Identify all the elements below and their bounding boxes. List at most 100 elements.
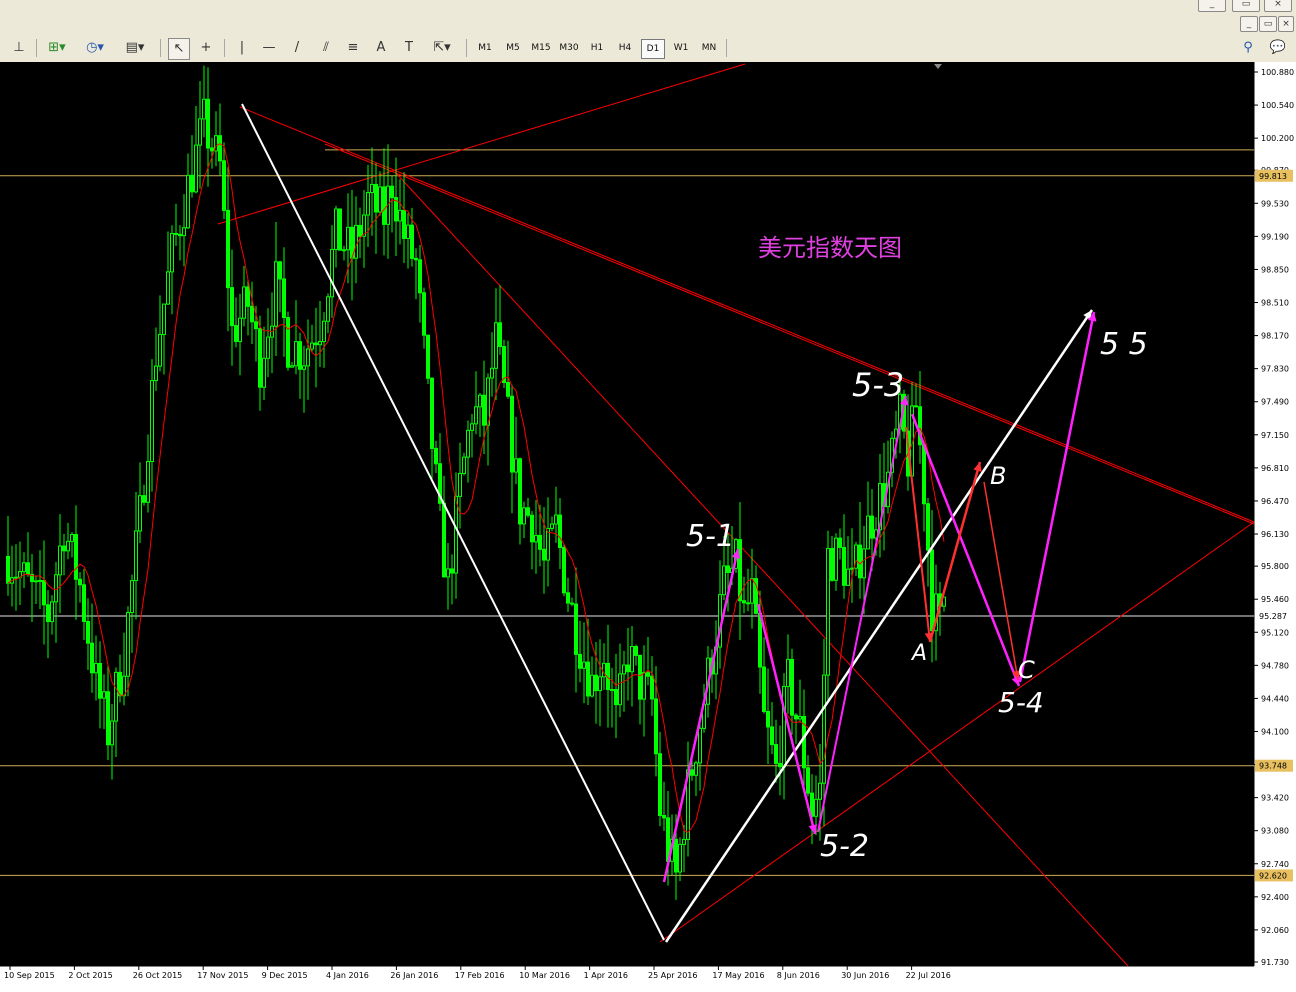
timeframe-m15[interactable]: M15 — [529, 39, 553, 57]
date-tick-label: 2 Oct 2015 — [68, 971, 112, 980]
clock-icon[interactable]: ◷▾ — [80, 38, 110, 58]
candle-body — [306, 348, 310, 367]
price-chart[interactable]: 5-1 5-2 5-3 5-4 5 5 A B C 美元指数天图 100.880 100.540… — [0, 62, 1296, 992]
candle-body — [770, 726, 774, 746]
timeframe-d1[interactable]: D1 — [641, 39, 665, 59]
candle-body — [658, 753, 662, 817]
candle-body — [586, 661, 590, 697]
candle-body — [326, 296, 330, 322]
candle-body — [530, 514, 534, 543]
candle-body — [414, 257, 418, 261]
timeframe-mn[interactable]: MN — [697, 39, 721, 57]
wave-label-5-2: 5-2 — [820, 829, 869, 864]
candle-body — [594, 674, 598, 692]
candle-body — [274, 261, 278, 327]
candle-body — [230, 287, 234, 327]
candle-body — [46, 604, 50, 623]
candle-body — [134, 530, 138, 582]
candle-body — [502, 346, 506, 384]
price-tick-label: 97.490 — [1261, 398, 1289, 407]
candle-body — [722, 565, 726, 596]
wave-label-5-3: 5-3 — [852, 366, 904, 404]
timeframe-h4[interactable]: H4 — [613, 39, 637, 57]
chart-restore-icon[interactable]: ▭ — [1259, 16, 1277, 32]
candle-body — [246, 286, 250, 307]
candle-body — [62, 545, 66, 552]
crosshair-tool-icon[interactable]: + — [196, 38, 216, 58]
candle-body — [370, 183, 374, 194]
candle-body — [574, 603, 578, 655]
timeframe-h1[interactable]: H1 — [585, 39, 609, 57]
arrows-tool-icon[interactable]: ⇱▾ — [426, 38, 458, 58]
candle-body — [234, 325, 238, 342]
pointer-cursor-icon[interactable]: ↖ — [168, 38, 190, 60]
candle-body — [774, 744, 778, 764]
vertical-line-tool-icon[interactable]: | — [232, 38, 252, 58]
new-chart-icon[interactable]: ⊞▾ — [42, 38, 72, 58]
close-icon[interactable]: × — [1264, 0, 1292, 12]
timeframe-m30[interactable]: M30 — [557, 39, 581, 57]
candle-body — [402, 209, 406, 239]
price-tick-label: 98.510 — [1261, 299, 1289, 308]
chart-template-icon[interactable]: ▤▾ — [118, 38, 152, 58]
candle-body — [618, 673, 622, 706]
candle-body — [14, 576, 18, 579]
candle-body — [330, 248, 334, 298]
horizontal-line-tool-icon[interactable]: — — [258, 38, 280, 58]
candle-body — [78, 578, 82, 586]
candle-body — [294, 341, 298, 367]
candle-body — [410, 224, 414, 259]
candle-body — [218, 135, 222, 162]
candle-body — [638, 655, 642, 700]
trendline-tool-icon[interactable]: / — [286, 38, 308, 58]
wave-label-5-1: 5-1 — [686, 519, 735, 554]
candle-body — [798, 715, 802, 720]
fibonacci-tool-icon[interactable]: ≡ — [342, 38, 364, 58]
date-tick-label: 17 Nov 2015 — [197, 971, 248, 980]
candle-body — [542, 548, 546, 561]
candle-body — [610, 689, 614, 692]
candle-body — [486, 377, 490, 426]
candle-body — [26, 562, 30, 575]
candle-body — [378, 186, 382, 213]
candle-body — [766, 710, 770, 728]
minimize-icon[interactable]: _ — [1198, 0, 1226, 12]
candle-body — [338, 208, 342, 251]
chat-icon[interactable]: 💬 — [1266, 38, 1290, 58]
candle-body — [226, 209, 230, 289]
date-tick-label: 8 Jun 2016 — [777, 971, 820, 980]
timeframe-w1[interactable]: W1 — [669, 39, 693, 57]
timeframe-m1[interactable]: M1 — [473, 39, 497, 57]
crosshair-cursor-icon[interactable]: ⊥ — [8, 38, 30, 58]
candle-body — [342, 249, 346, 252]
candle-body — [142, 495, 146, 503]
candle-body — [322, 320, 326, 343]
candle-body — [514, 458, 518, 473]
candle-body — [462, 456, 466, 474]
equidistant-channel-icon[interactable]: ⫽ — [314, 38, 338, 58]
chart-minimize-icon[interactable]: _ — [1240, 16, 1258, 32]
candle-body — [178, 233, 182, 237]
candle-body — [682, 838, 686, 845]
candle-body — [146, 460, 150, 503]
timeframe-m5[interactable]: M5 — [501, 39, 525, 57]
candle-body — [122, 675, 126, 697]
price-marker-label: 93.748 — [1259, 762, 1287, 771]
candle-body — [626, 664, 630, 673]
candle-body — [450, 568, 454, 574]
candle-body — [834, 537, 838, 581]
chart-close-icon[interactable]: × — [1278, 16, 1294, 32]
price-tick-label: 96.130 — [1261, 530, 1289, 539]
window-top-strip: _ ▭ × _ ▭ × — [0, 0, 1296, 34]
candle-body — [66, 540, 70, 552]
date-tick-label: 26 Oct 2015 — [133, 971, 182, 980]
text-tool-icon[interactable]: A — [370, 38, 392, 58]
restore-icon[interactable]: ▭ — [1232, 0, 1260, 12]
candle-body — [690, 769, 694, 776]
candle-body — [430, 377, 434, 449]
price-tick-label: 100.880 — [1261, 68, 1294, 77]
text-label-tool-icon[interactable]: T — [398, 38, 420, 58]
price-tick-label: 97.150 — [1261, 431, 1289, 440]
candle-body — [650, 675, 654, 700]
search-icon[interactable]: ⚲ — [1238, 38, 1258, 58]
